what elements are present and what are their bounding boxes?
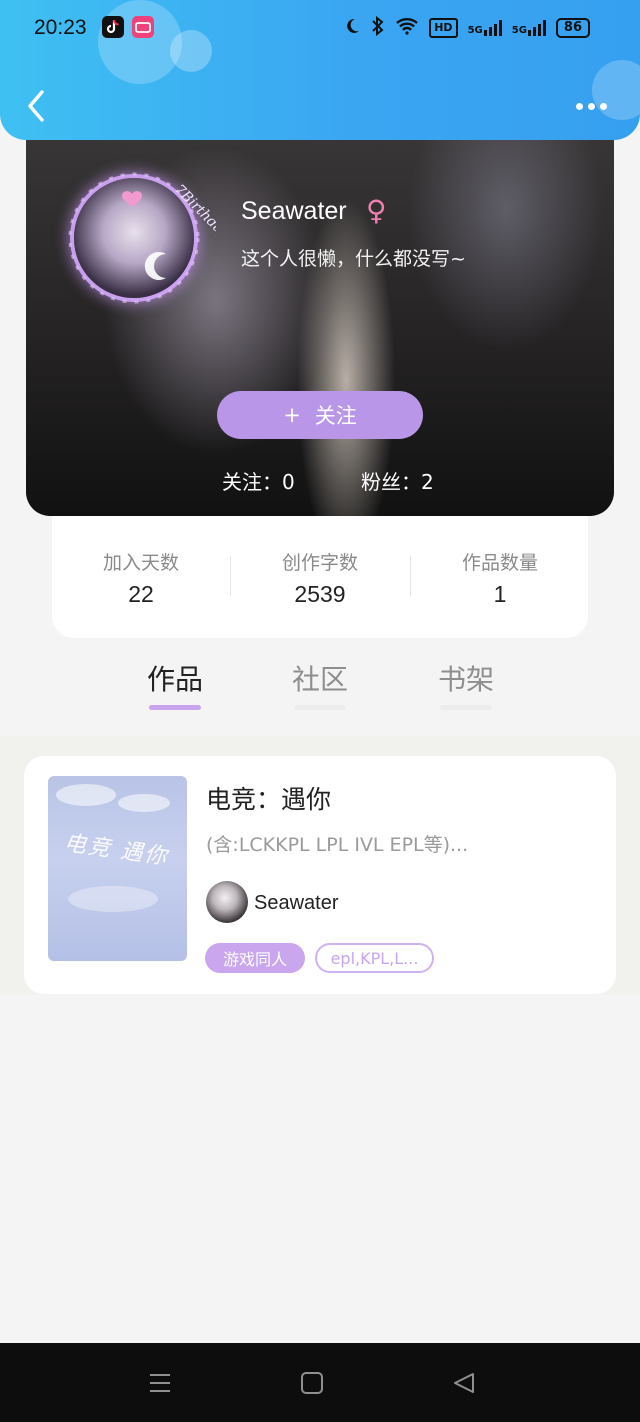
author-avatar — [206, 881, 248, 923]
bluetooth-icon — [371, 15, 385, 40]
tab-label: 书架 — [437, 663, 494, 696]
stat-label: 加入天数 — [102, 552, 179, 574]
signal-5g-icon: 5G — [468, 20, 502, 36]
tiktok-icon — [102, 16, 124, 38]
stat-join-days: 加入天数 22 — [52, 548, 230, 608]
more-dot — [600, 102, 607, 110]
back-triangle-icon[interactable] — [452, 1371, 476, 1399]
book-description: (含:LCKKPL LPL IVL EPL等)... — [206, 834, 469, 856]
fans-count[interactable]: 粉丝：2 — [361, 466, 434, 495]
stat-label: 作品数量 — [461, 552, 538, 574]
wifi-icon — [395, 17, 419, 39]
tab-underline — [294, 705, 346, 710]
home-icon[interactable] — [300, 1371, 324, 1399]
status-time: 20:23 — [34, 16, 87, 39]
moon-icon — [144, 252, 166, 280]
hd-badge: HD — [429, 18, 458, 38]
follow-button-label: 关注 — [314, 404, 357, 428]
follow-button[interactable]: + 关注 — [217, 391, 423, 439]
author-name: Seawater — [254, 892, 339, 914]
profile-card: 7Birthday Seawater ♀ 这个人很懒，什么都没写~ + 关注 关… — [26, 120, 614, 516]
network-label: 5G — [511, 25, 527, 36]
network-label: 5G — [467, 25, 483, 36]
more-dot — [588, 102, 595, 110]
tab-works[interactable]: 作品 — [125, 658, 225, 710]
tab-bar: 作品 社区 书架 — [0, 640, 640, 736]
genre-tag[interactable]: 游戏同人 — [205, 943, 305, 973]
moon-icon — [343, 17, 361, 39]
top-header: 20:23 HD 5G 5G 86 — [0, 0, 640, 140]
keyword-tag[interactable]: epl,KPL,L... — [315, 943, 434, 973]
stat-value: 22 — [128, 581, 154, 607]
profile-bio: 这个人很懒，什么都没写~ — [241, 248, 466, 270]
following-count[interactable]: 关注：0 — [222, 466, 295, 495]
cover-cloud — [118, 794, 170, 812]
avatar-frame: 7Birthday — [68, 172, 216, 304]
bilibili-icon — [132, 16, 154, 38]
back-button[interactable] — [22, 86, 52, 126]
more-dot — [576, 102, 583, 110]
more-options-button[interactable] — [576, 96, 612, 116]
menu-icon[interactable] — [148, 1371, 172, 1399]
stat-works-count: 作品数量 1 — [411, 548, 589, 608]
book-title: 电竞：遇你 — [206, 785, 332, 814]
system-nav-bar — [0, 1343, 640, 1422]
battery-indicator: 86 — [555, 18, 590, 38]
status-bar: 20:23 HD 5G 5G 86 — [0, 14, 640, 44]
book-card[interactable]: 电竞 遇你 电竞：遇你 (含:LCKKPL LPL IVL EPL等)... S… — [24, 756, 616, 994]
stat-value: 2539 — [294, 581, 346, 607]
profile-username: Seawater — [241, 197, 347, 225]
tab-label: 社区 — [291, 663, 348, 696]
stat-word-count: 创作字数 2539 — [231, 548, 409, 608]
female-icon: ♀ — [366, 194, 387, 227]
cover-cloud — [56, 784, 116, 806]
cover-cloud — [68, 886, 158, 912]
tab-bookshelf[interactable]: 书架 — [416, 658, 516, 710]
plus-icon: + — [283, 403, 301, 427]
tab-community[interactable]: 社区 — [270, 658, 370, 710]
stat-value: 1 — [493, 581, 507, 607]
tab-underline — [149, 705, 201, 710]
tab-label: 作品 — [146, 663, 203, 696]
tab-underline — [440, 705, 492, 710]
book-cover[interactable]: 电竞 遇你 — [48, 776, 187, 961]
stats-card: 加入天数 22 创作字数 2539 作品数量 1 — [52, 500, 588, 638]
signal-5g-icon: 5G — [512, 20, 546, 36]
heart-icon — [121, 191, 143, 207]
cover-title-art: 电竞 遇你 — [62, 830, 170, 871]
stat-label: 创作字数 — [281, 552, 358, 574]
avatar-caption: 7Birthday — [171, 182, 216, 244]
status-icons: HD 5G 5G 86 — [343, 15, 590, 40]
chevron-left-icon — [28, 90, 44, 122]
